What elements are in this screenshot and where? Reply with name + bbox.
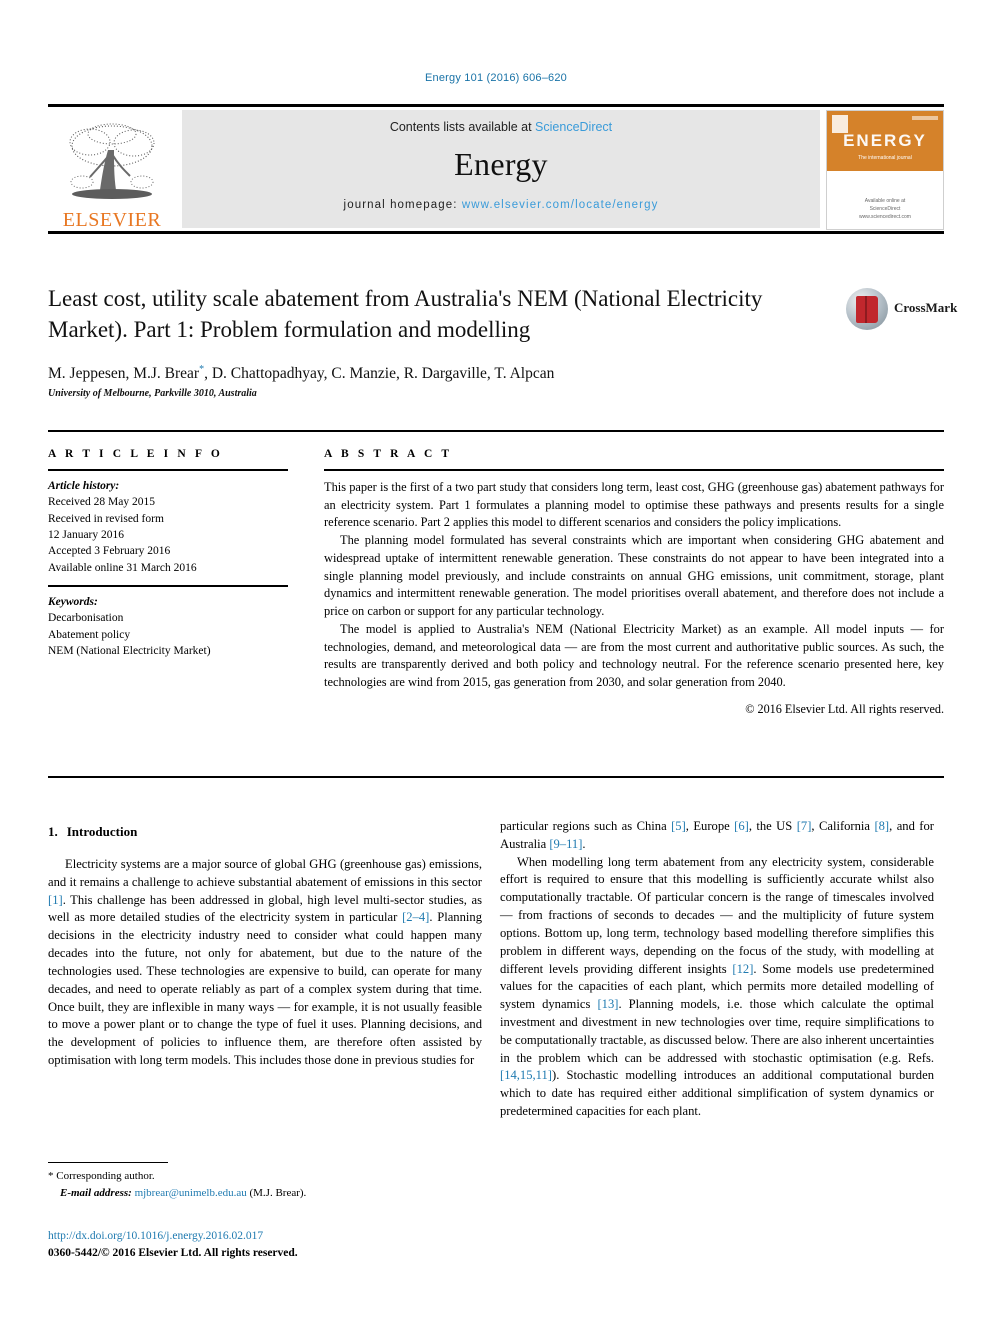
doi-link[interactable]: http://dx.doi.org/10.1016/j.energy.2016.…	[48, 1228, 548, 1245]
issn-copyright-line: 0360-5442/© 2016 Elsevier Ltd. All right…	[48, 1247, 298, 1260]
abstract-copyright: © 2016 Elsevier Ltd. All rights reserved…	[745, 701, 944, 716]
section-title: Introduction	[66, 824, 138, 839]
abstract-paragraph: The model is applied to Australia's NEM …	[324, 621, 944, 690]
cover-footer-line1: Available online at	[864, 198, 906, 204]
keywords-rule	[48, 584, 288, 587]
keywords-label: Keywords:	[48, 595, 98, 608]
homepage-prefix: journal homepage:	[343, 199, 462, 211]
elsevier-logo: ELSEVIER	[48, 110, 176, 230]
cover-issue-line	[912, 116, 938, 120]
history-item: 12 January 2016	[48, 528, 125, 541]
intro-left-text: Electricity systems are a major source o…	[48, 856, 482, 1070]
cover-footer-line2: ScienceDirect	[869, 206, 901, 212]
corresponding-author-label: Corresponding author.	[56, 1170, 155, 1182]
cover-top-band: ENERGY The international journal	[827, 111, 943, 171]
keyword-item: NEM (National Electricity Market)	[48, 644, 211, 657]
banner-top-rule	[48, 104, 944, 107]
doi-block: http://dx.doi.org/10.1016/j.energy.2016.…	[48, 1228, 548, 1263]
cover-footer: Available online at ScienceDirect www.sc…	[827, 197, 943, 221]
email-owner: (M.J. Brear).	[249, 1186, 307, 1199]
page-title: Least cost, utility scale abatement from…	[48, 286, 763, 342]
keywords-block: Keywords: Decarbonisation Abatement poli…	[48, 594, 288, 659]
section-number: 1.	[48, 824, 58, 839]
article-history-block: Article history: Received 28 May 2015 Re…	[48, 478, 288, 576]
paragraph: When modelling long term abatement from …	[500, 854, 935, 1118]
crossmark-circle-icon	[846, 288, 888, 330]
footnote-marker: *	[48, 1170, 54, 1182]
abstract-rule	[324, 469, 944, 471]
section-heading: 1. Introduction	[48, 824, 137, 840]
cover-title: ENERGY	[843, 131, 927, 150]
authors-after-marker: , D. Chattopadhyay, C. Manzie, R. Dargav…	[204, 365, 555, 383]
footnote-rule	[48, 1162, 168, 1163]
author-list: M. Jeppesen, M.J. Brear*, D. Chattopadhy…	[48, 364, 888, 383]
corresponding-author-footnote: * Corresponding author. E-mail address: …	[48, 1168, 482, 1201]
corresponding-author-line: * Corresponding author.	[48, 1168, 482, 1185]
elsevier-wordmark: ELSEVIER	[62, 209, 162, 231]
email-line: E-mail address: mjbrear@unimelb.edu.au (…	[48, 1185, 482, 1202]
affiliation: University of Melbourne, Parkville 3010,…	[48, 388, 257, 399]
journal-homepage-line: journal homepage: www.elsevier.com/locat…	[344, 199, 659, 211]
banner-bottom-rule	[48, 231, 944, 234]
email-label: E-mail address:	[60, 1186, 132, 1199]
article-history-label: Article history:	[48, 480, 120, 492]
email-link[interactable]: mjbrear@unimelb.edu.au	[135, 1187, 247, 1199]
journal-banner: ELSEVIER Contents lists available at Sci…	[48, 104, 944, 234]
abstract-column: A B S T R A C T This paper is the first …	[324, 448, 944, 718]
authors-before-marker: M. Jeppesen, M.J. Brear	[48, 365, 200, 383]
article-info-heading: A R T I C L E I N F O	[48, 448, 223, 460]
running-head: Energy 101 (2016) 606–620	[425, 72, 567, 84]
keyword-item: Decarbonisation	[48, 612, 124, 625]
abstract-paragraph: The planning model formulated has severa…	[324, 533, 944, 619]
cover-bottom-band: Available online at ScienceDirect www.sc…	[827, 171, 943, 229]
article-info-rule	[48, 469, 288, 471]
history-item: Available online 31 March 2016	[48, 561, 197, 574]
paragraph: Electricity systems are a major source o…	[48, 857, 482, 1067]
cover-subtitle: The international journal	[858, 155, 912, 161]
abstract-body: This paper is the first of a two part st…	[324, 479, 944, 718]
crossmark-badge[interactable]: CrossMark	[846, 288, 957, 334]
journal-cover-thumbnail: ENERGY The international journal Availab…	[826, 110, 944, 230]
paper-page: Energy 101 (2016) 606–620 ELSEVIER Conte…	[0, 0, 992, 1323]
sciencedirect-link[interactable]: ScienceDirect	[535, 120, 612, 134]
crossmark-label: CrossMark	[894, 300, 958, 315]
intro-right-text: particular regions such as China [5], Eu…	[500, 818, 934, 1121]
history-item: Accepted 3 February 2016	[48, 545, 171, 558]
paragraph: particular regions such as China [5], Eu…	[500, 819, 934, 851]
article-info-column: A R T I C L E I N F O Article history: R…	[48, 448, 288, 659]
history-item: Received in revised form	[48, 512, 164, 525]
crossmark-book-icon	[856, 296, 878, 323]
journal-banner-center: Contents lists available at ScienceDirec…	[182, 110, 820, 228]
contents-available-line: Contents lists available at ScienceDirec…	[390, 120, 612, 134]
abstract-heading: A B S T R A C T	[324, 448, 453, 460]
contents-prefix: Contents lists available at	[389, 120, 536, 134]
history-item: Received 28 May 2015	[48, 496, 155, 509]
abstract-paragraph: This paper is the first of a two part st…	[324, 480, 944, 530]
journal-homepage-link[interactable]: www.elsevier.com/locate/energy	[462, 199, 659, 211]
body-column-right: particular regions such as China [5], Eu…	[500, 818, 934, 1121]
panel-bottom-rule	[48, 776, 944, 778]
cover-footer-line3: www.sciencedirect.com	[859, 214, 911, 220]
elsevier-tree-icon	[69, 123, 155, 199]
body-column-left: Electricity systems are a major source o…	[48, 856, 482, 1070]
panel-top-rule	[48, 430, 944, 432]
journal-title: Energy	[454, 146, 548, 182]
keyword-item: Abatement policy	[48, 628, 131, 641]
